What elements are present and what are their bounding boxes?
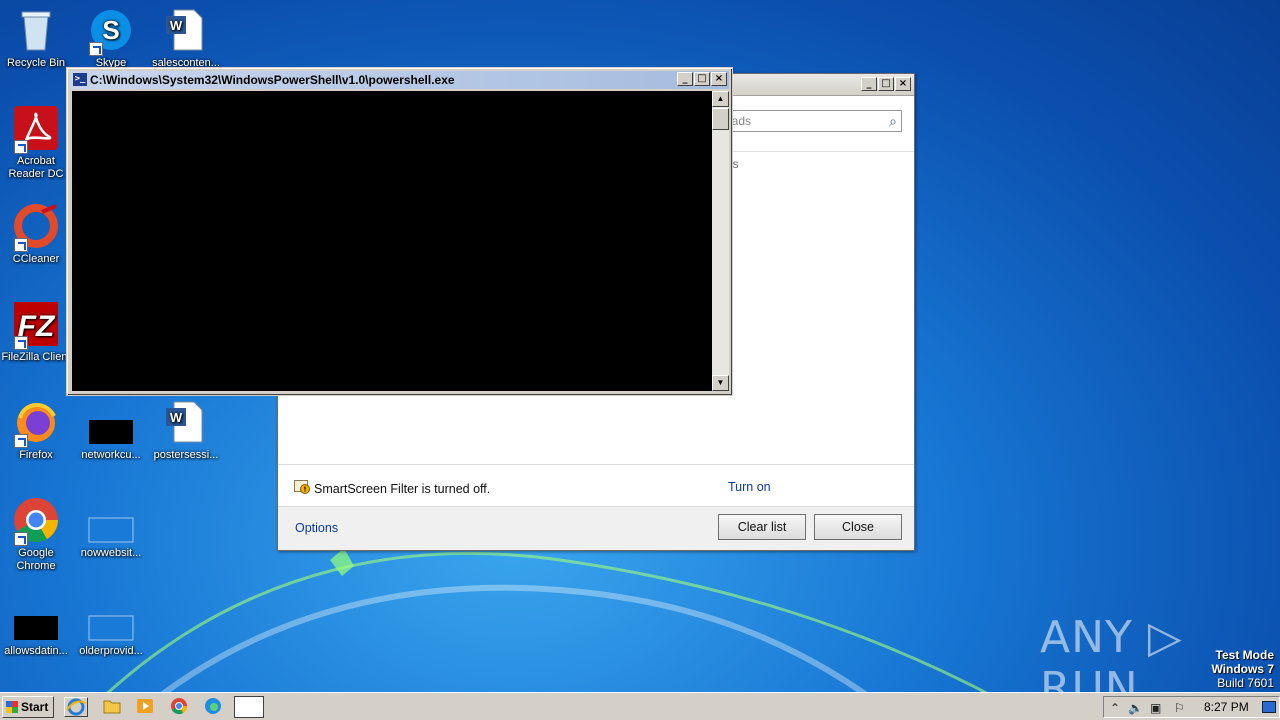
svg-text:W: W — [170, 18, 183, 33]
taskbar-edge-button[interactable] — [202, 697, 226, 717]
taskbar-chrome-button[interactable] — [168, 697, 192, 717]
start-label: Start — [21, 700, 49, 714]
svg-text:S: S — [102, 15, 119, 45]
desktop-icon-label: FileZilla Client — [1, 351, 71, 363]
desktop-icon-salesconten[interactable]: W salesconten... — [148, 6, 224, 70]
show-desktop-icon[interactable] — [1262, 701, 1276, 713]
filezilla-icon: FZ — [12, 300, 60, 350]
desktop-icon-nowwebsit[interactable]: nowwebsit... — [73, 496, 149, 560]
smartscreen-text: SmartScreen Filter is turned off. — [314, 481, 491, 496]
shortcut-arrow-icon — [14, 434, 28, 448]
desktop-icon-recycle-bin[interactable]: Recycle Bin — [0, 6, 74, 70]
search-icon[interactable]: ⌕ — [889, 113, 897, 130]
folder-icon — [103, 700, 121, 714]
taskbar-ie-button[interactable] — [64, 697, 88, 717]
svg-text:W: W — [170, 410, 183, 425]
acrobat-icon — [12, 104, 60, 154]
clear-list-button[interactable]: Clear list — [718, 514, 806, 540]
close-window-button[interactable]: × — [895, 77, 911, 91]
recycle-bin-icon — [12, 6, 60, 54]
word-document-icon: W — [162, 398, 210, 446]
network-icon[interactable]: ▣ — [1150, 701, 1161, 715]
taskbar-media-player-button[interactable] — [134, 697, 158, 717]
desktop-icon-label: CCleaner — [12, 253, 60, 265]
firefox-icon — [12, 398, 60, 448]
taskbar: Start ⌃ 🔈 ▣ ⚐ 8:27 PM — [0, 692, 1280, 720]
shield-warning-icon — [294, 480, 310, 497]
taskbar-powershell-button[interactable] — [234, 696, 264, 718]
powershell-title-bar[interactable]: >_ C:\Windows\System32\WindowsPowerShell… — [70, 71, 729, 89]
desktop-icon-label: Google Chrome — [16, 547, 56, 572]
os-label: Windows 7 — [1211, 662, 1274, 676]
desktop-icon-label: allowsdatin... — [4, 645, 68, 657]
options-link[interactable]: Options — [295, 521, 338, 535]
smartscreen-status: SmartScreen Filter is turned off. — [294, 480, 490, 497]
taskbar-explorer-button[interactable] — [101, 697, 125, 717]
ccleaner-icon — [12, 202, 60, 252]
list-divider — [278, 464, 914, 465]
maximize-button[interactable]: □ — [878, 77, 894, 91]
turn-on-link[interactable]: Turn on — [728, 480, 771, 494]
scroll-thumb[interactable] — [712, 108, 729, 130]
desktop-icon-label: networkcu... — [81, 449, 141, 461]
shortcut-arrow-icon — [14, 532, 28, 546]
close-window-button[interactable]: × — [711, 72, 727, 86]
desktop-icon-acrobat[interactable]: Acrobat Reader DC — [0, 104, 74, 181]
show-hidden-icons-icon[interactable]: ⌃ — [1110, 701, 1120, 715]
internet-explorer-icon — [66, 698, 86, 716]
shortcut-arrow-icon — [14, 238, 28, 252]
system-tray: ⌃ 🔈 ▣ ⚐ 8:27 PM — [1103, 696, 1280, 718]
desktop-icon-firefox[interactable]: Firefox — [0, 398, 74, 462]
shortcut-arrow-icon — [89, 42, 103, 56]
chrome-icon — [12, 496, 60, 546]
test-mode-watermark: Test Mode Windows 7 Build 7601 — [1211, 648, 1274, 690]
desktop-icon-olderprovid[interactable]: olderprovid... — [73, 594, 149, 658]
windows-logo-icon — [6, 701, 18, 713]
desktop-icon-filezilla[interactable]: FZ FileZilla Client — [0, 300, 74, 364]
taskbar-clock[interactable]: 8:27 PM — [1204, 700, 1249, 714]
close-button[interactable]: Close — [814, 514, 902, 540]
powershell-icon: >_ — [73, 73, 87, 86]
chrome-icon — [171, 698, 188, 715]
powershell-title: C:\Windows\System32\WindowsPowerShell\v1… — [90, 73, 455, 87]
word-document-icon: W — [162, 6, 210, 54]
desktop-icon-postersessi[interactable]: W postersessi... — [148, 398, 224, 462]
desktop-icon-skype[interactable]: S Skype — [73, 6, 149, 70]
file-thumbnail-icon — [87, 398, 135, 446]
test-mode-label: Test Mode — [1215, 648, 1274, 662]
file-thumbnail-icon — [87, 594, 135, 642]
desktop-icon-label: olderprovid... — [79, 645, 143, 657]
maximize-button[interactable]: □ — [694, 72, 710, 86]
minimize-button[interactable]: _ — [677, 72, 693, 86]
media-player-icon — [137, 699, 153, 713]
desktop-icon-label: Acrobat Reader DC — [8, 155, 64, 180]
downloads-footer: Options Clear list Close — [278, 506, 914, 550]
action-center-flag-icon[interactable]: ⚐ — [1174, 701, 1185, 715]
search-downloads-input[interactable]: oads ⌕ — [718, 110, 902, 132]
powershell-window: >_ C:\Windows\System32\WindowsPowerShell… — [66, 67, 733, 396]
vertical-scrollbar[interactable]: ▲ ▼ — [712, 91, 729, 391]
file-thumbnail-icon — [87, 496, 135, 544]
file-thumbnail-icon — [12, 594, 60, 642]
skype-icon: S — [87, 6, 135, 56]
edge-icon — [205, 698, 221, 714]
desktop-icon-allowsdatin[interactable]: allowsdatin... — [0, 594, 74, 658]
desktop-icon-label: Firefox — [19, 449, 53, 461]
start-button[interactable]: Start — [2, 696, 54, 718]
desktop-icon-label: Recycle Bin — [6, 57, 66, 69]
desktop-icon-label: nowwebsit... — [80, 547, 142, 559]
desktop-icon-ccleaner[interactable]: CCleaner — [0, 202, 74, 266]
build-label: Build 7601 — [1217, 676, 1274, 690]
console-area[interactable] — [72, 91, 712, 391]
scroll-up-arrow-icon[interactable]: ▲ — [712, 91, 729, 107]
desktop-icon-chrome[interactable]: Google Chrome — [0, 496, 74, 573]
minimize-button[interactable]: _ — [861, 77, 877, 91]
desktop-icon-label: postersessi... — [153, 449, 219, 461]
shortcut-arrow-icon — [14, 336, 28, 350]
scroll-down-arrow-icon[interactable]: ▼ — [712, 375, 729, 391]
shortcut-arrow-icon — [14, 140, 28, 154]
desktop-icon-networkcu[interactable]: networkcu... — [73, 398, 149, 462]
volume-icon[interactable]: 🔈 — [1128, 701, 1143, 715]
